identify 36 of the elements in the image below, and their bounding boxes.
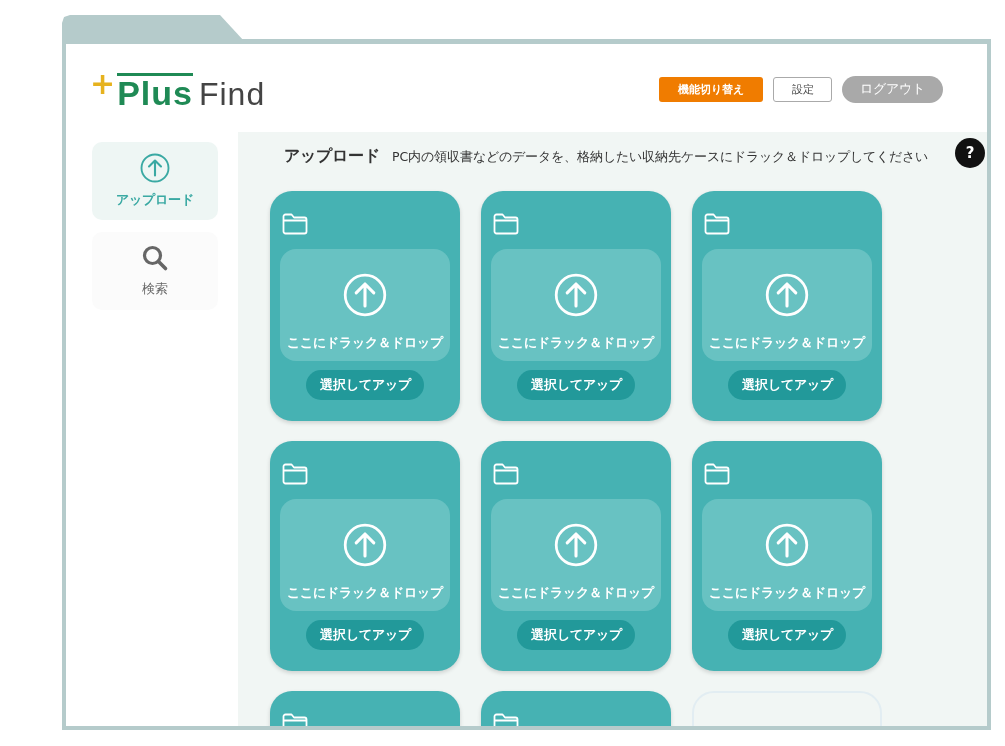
logo-text: Plus bbox=[117, 72, 193, 110]
header-button[interactable]: 設定 bbox=[773, 76, 832, 102]
folder-icon bbox=[704, 213, 730, 235]
upload-icon bbox=[343, 523, 387, 567]
select-upload-button[interactable]: 選択してアップ bbox=[306, 370, 424, 400]
search-icon bbox=[141, 244, 169, 272]
select-upload-button[interactable]: 選択してアップ bbox=[728, 370, 846, 400]
select-upload-button[interactable]: 選択してアップ bbox=[517, 370, 635, 400]
logo-subtext: Find bbox=[198, 77, 266, 110]
page-title: アップロード bbox=[284, 146, 380, 167]
select-upload-button[interactable]: 選択してアップ bbox=[517, 620, 635, 650]
sidebar-item[interactable]: アップロード bbox=[92, 142, 218, 220]
page-description: PC内の領収書などのデータを、格納したい収納先ケースにドラック＆ドロップしてください bbox=[392, 149, 929, 166]
drop-zone[interactable]: ここにドラック＆ドロップ bbox=[491, 499, 661, 611]
upload-icon bbox=[343, 273, 387, 317]
header-button[interactable]: 機能切り替え bbox=[659, 76, 763, 102]
drop-zone[interactable]: ここにドラック＆ドロップ bbox=[491, 249, 661, 361]
drop-zone[interactable]: ここにドラック＆ドロップ bbox=[702, 249, 872, 361]
folder-icon bbox=[282, 463, 308, 485]
drop-zone[interactable]: ここにドラック＆ドロップ bbox=[280, 499, 450, 611]
drop-zone[interactable]: ここにドラック＆ドロップ bbox=[280, 249, 450, 361]
header-button[interactable]: ログアウト bbox=[842, 75, 943, 103]
sidebar-item[interactable]: 検索 bbox=[92, 232, 218, 310]
select-upload-button[interactable]: 選択してアップ bbox=[306, 620, 424, 650]
upload-icon bbox=[765, 273, 809, 317]
drop-zone[interactable]: ここにドラック＆ドロップ bbox=[702, 499, 872, 611]
folder-icon bbox=[704, 463, 730, 485]
folder-icon bbox=[493, 463, 519, 485]
logo-plus: + bbox=[90, 68, 116, 99]
upload-icon bbox=[140, 153, 170, 183]
upload-icon bbox=[554, 273, 598, 317]
select-upload-button[interactable]: 選択してアップ bbox=[728, 620, 846, 650]
upload-icon bbox=[554, 523, 598, 567]
folder-icon bbox=[282, 213, 308, 235]
folder-icon bbox=[493, 213, 519, 235]
upload-icon bbox=[765, 523, 809, 567]
